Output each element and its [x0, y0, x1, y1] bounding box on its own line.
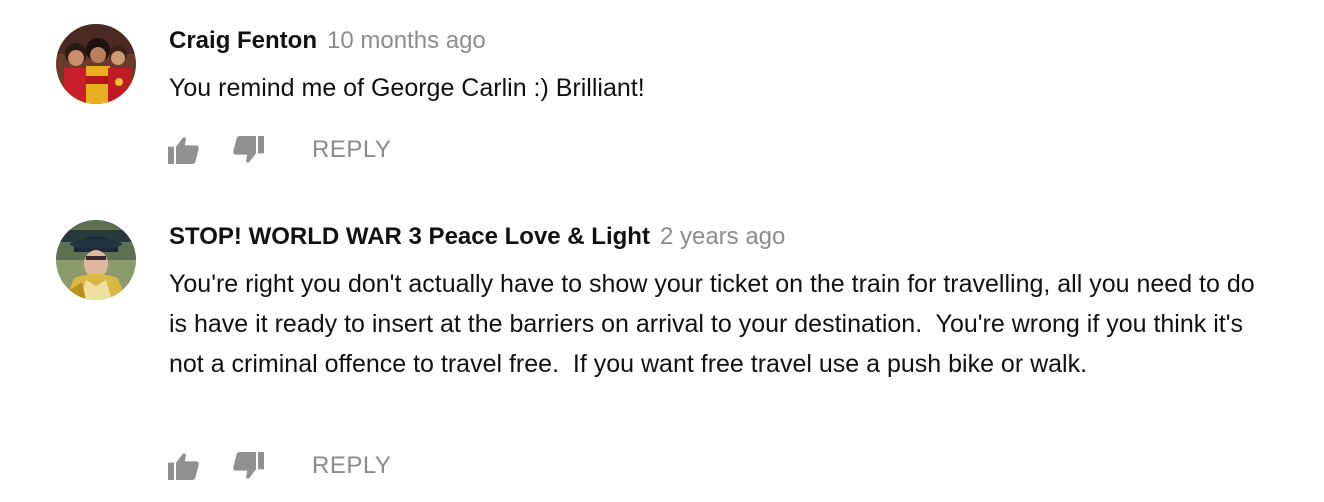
comment-thread-item: Craig Fenton 10 months ago You remind me … [0, 0, 1324, 190]
comment-thread-item: STOP! WORLD WAR 3 Peace Love & Light 2 ye… [0, 196, 1324, 502]
reply-button[interactable]: REPLY [312, 450, 391, 482]
dislike-button[interactable] [232, 450, 268, 482]
dislike-button[interactable] [232, 134, 268, 166]
comment-header: Craig Fenton 10 months ago [169, 25, 486, 57]
avatar-image [56, 24, 136, 104]
thumb-up-icon [168, 453, 199, 480]
avatar[interactable] [56, 24, 136, 104]
like-button[interactable] [168, 450, 204, 482]
comment-action-bar: REPLY [168, 134, 391, 166]
thumb-down-icon [233, 452, 264, 479]
comment-header: STOP! WORLD WAR 3 Peace Love & Light 2 ye… [169, 221, 785, 253]
author-name[interactable]: STOP! WORLD WAR 3 Peace Love & Light [169, 223, 650, 250]
author-name[interactable]: Craig Fenton [169, 27, 317, 54]
comment-text: You remind me of George Carlin :) Brilli… [169, 74, 645, 102]
comment-timestamp[interactable]: 2 years ago [660, 223, 785, 250]
reply-button[interactable]: REPLY [312, 134, 391, 166]
thumb-up-icon [168, 137, 199, 164]
comment-action-bar: REPLY [168, 450, 391, 482]
thumb-down-icon [233, 136, 264, 163]
comment-timestamp[interactable]: 10 months ago [327, 27, 486, 54]
avatar-image [56, 220, 136, 300]
like-button[interactable] [168, 134, 204, 166]
comment-text: You're right you don't actually have to … [169, 270, 1262, 378]
avatar[interactable] [56, 220, 136, 300]
